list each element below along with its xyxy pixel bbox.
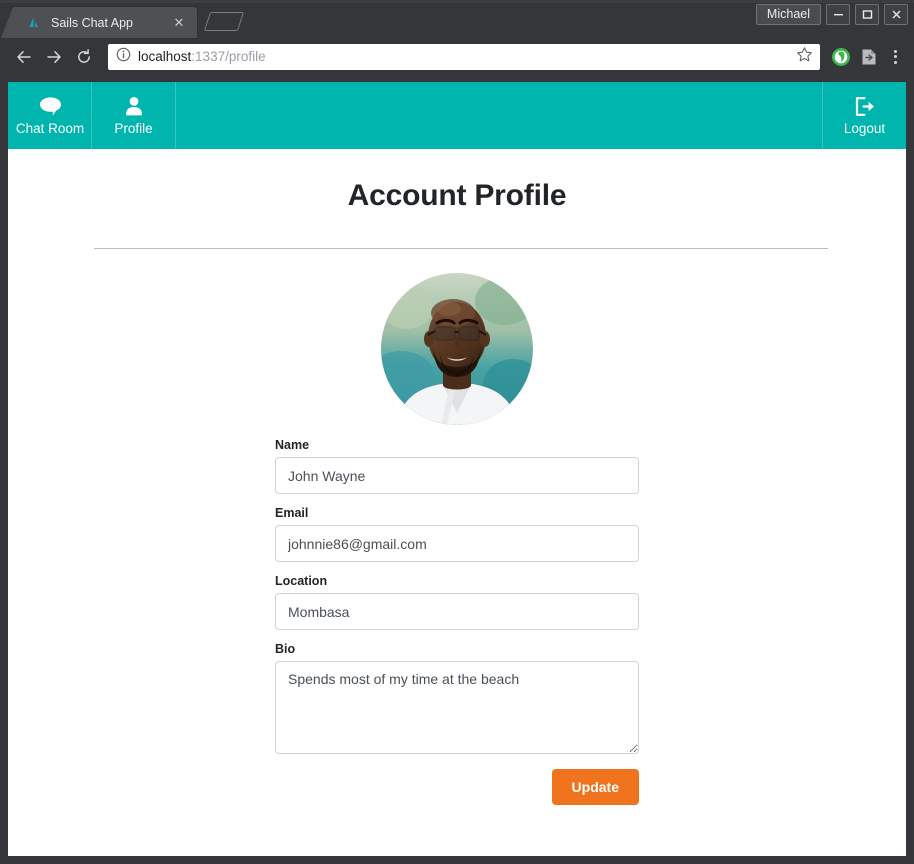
forward-arrow-icon[interactable]	[40, 43, 68, 71]
extension-green-icon[interactable]	[828, 44, 854, 70]
field-location: Location	[275, 574, 639, 630]
kebab-dot	[893, 49, 897, 53]
avatar-image	[381, 273, 533, 425]
page-share-icon[interactable]	[856, 44, 882, 70]
form-actions: Update	[275, 769, 639, 805]
kebab-dot	[893, 60, 897, 64]
nav-item-chat-room-label: Chat Room	[15, 120, 85, 136]
field-bio-label: Bio	[275, 642, 296, 656]
kebab-menu-icon[interactable]	[884, 44, 906, 70]
address-bar-path: :1337/profile	[191, 49, 266, 64]
tab-strip: Sails Chat App ✕ Michael	[0, 0, 914, 38]
avatar[interactable]	[381, 273, 533, 425]
window-controls: Michael	[755, 4, 908, 25]
field-name-label: Name	[275, 438, 310, 452]
page-title: Account Profile	[347, 179, 567, 212]
avatar-container	[8, 273, 906, 425]
new-tab-icon[interactable]	[203, 10, 247, 34]
minimize-icon[interactable]	[826, 4, 850, 25]
app-navbar: Chat Room Profile Logout	[8, 82, 906, 149]
address-bar-url: localhost:1337/profile	[138, 49, 789, 64]
field-email: Email	[275, 506, 639, 562]
page-content: Account Profile Name John Wayne Email jo…	[8, 179, 906, 805]
browser-profile-chip[interactable]: Michael	[755, 4, 821, 25]
bio-textarea[interactable]	[275, 661, 639, 754]
bookmark-star-icon[interactable]	[796, 46, 814, 68]
tab-strip-top-edge	[0, 0, 914, 3]
nav-item-profile[interactable]: Profile	[92, 82, 176, 149]
field-bio: Bio	[275, 642, 639, 754]
browser-window: Sails Chat App ✕ Michael localhost:1337/…	[0, 0, 914, 864]
close-icon[interactable]: ✕	[171, 15, 187, 31]
chat-bubble-icon	[39, 96, 62, 118]
field-location-label: Location	[275, 574, 328, 588]
info-circle-icon[interactable]	[116, 47, 131, 67]
name-input[interactable]	[275, 457, 639, 494]
field-email-label: Email	[275, 506, 309, 520]
reload-icon[interactable]	[70, 43, 98, 71]
new-tab-shape	[203, 12, 245, 31]
browser-toolbar: localhost:1337/profile	[0, 38, 914, 75]
update-button[interactable]: Update	[551, 769, 639, 805]
address-bar-host: localhost	[138, 49, 192, 64]
location-input[interactable]	[275, 593, 639, 630]
sails-logo-icon	[26, 15, 42, 31]
kebab-dot	[893, 55, 897, 58]
nav-item-logout-label: Logout	[843, 120, 886, 136]
sign-out-icon	[854, 96, 876, 118]
field-name: Name	[275, 438, 639, 494]
browser-tab-title: Sails Chat App	[51, 15, 133, 30]
nav-item-logout[interactable]: Logout	[822, 82, 906, 149]
browser-tab-sails-chat-app[interactable]: Sails Chat App ✕	[1, 7, 197, 38]
address-bar[interactable]: localhost:1337/profile	[108, 43, 820, 70]
maximize-icon[interactable]	[855, 4, 879, 25]
nav-item-chat-room[interactable]: Chat Room	[8, 82, 92, 149]
nav-item-profile-label: Profile	[114, 120, 153, 136]
user-icon	[124, 96, 144, 118]
close-icon[interactable]	[884, 4, 908, 25]
page-viewport: Chat Room Profile Logout Account Profile…	[8, 82, 906, 856]
title-divider	[94, 248, 828, 249]
profile-form: Name Email Location Bio Update	[275, 438, 639, 805]
back-arrow-icon[interactable]	[10, 43, 38, 71]
email-input[interactable]	[275, 525, 639, 562]
